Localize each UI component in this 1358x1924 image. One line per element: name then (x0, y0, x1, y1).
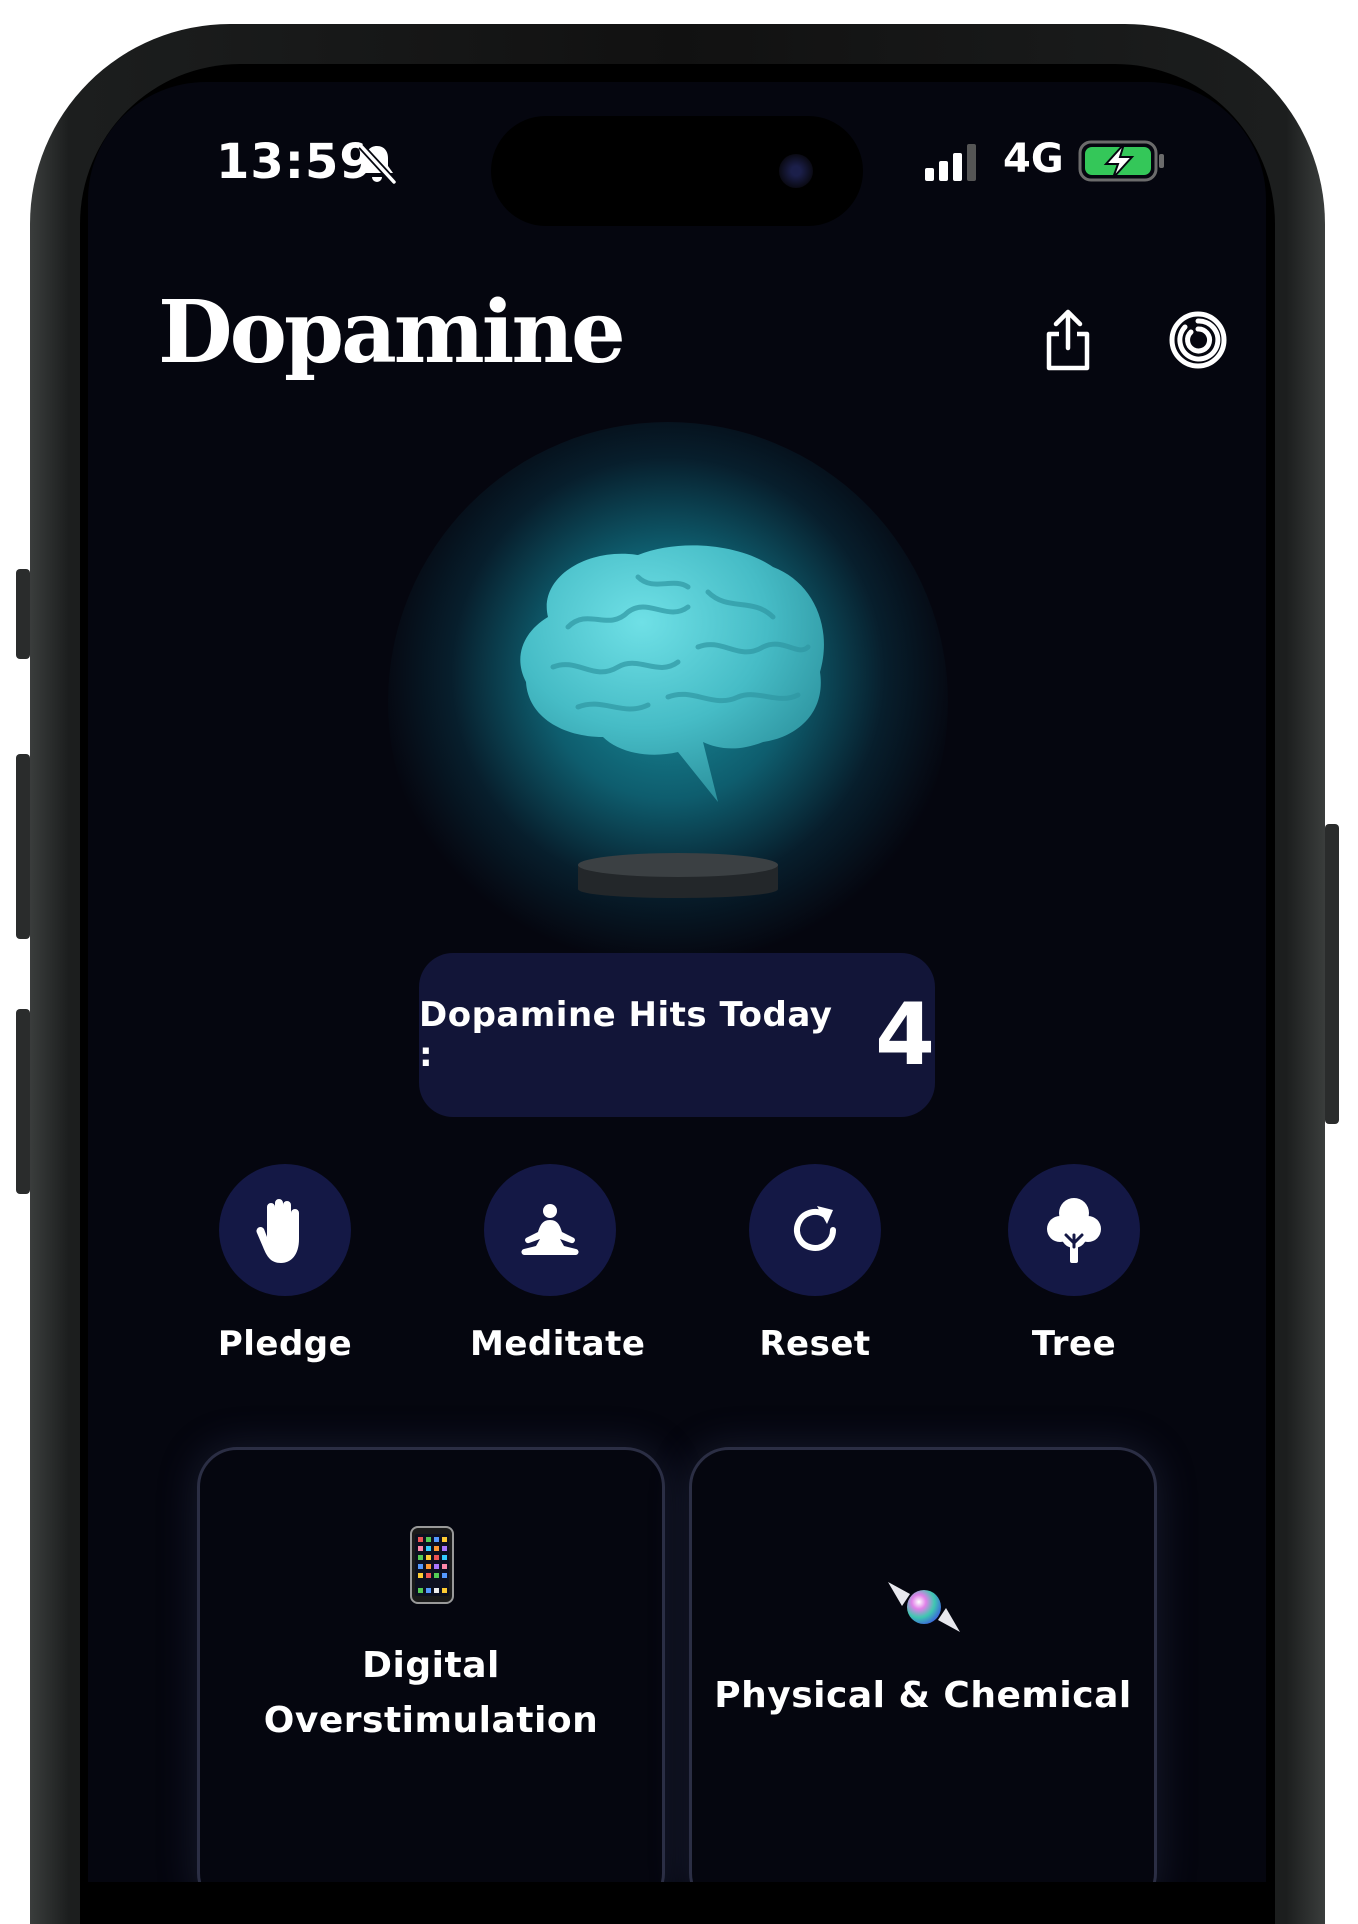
meditate-button[interactable]: Meditate (470, 1164, 646, 1364)
meditate-label: Meditate (470, 1324, 646, 1364)
tree-button[interactable]: Tree (994, 1164, 1154, 1364)
reset-icon (794, 1206, 836, 1251)
meditate-icon (521, 1204, 579, 1256)
status-time: 13:59 (216, 134, 374, 190)
phone-icon (410, 1526, 454, 1604)
volume-up-button (16, 754, 30, 939)
power-icon (1169, 311, 1227, 369)
volume-down-button (16, 1009, 30, 1194)
camera-lens (779, 154, 813, 188)
card-digital-line2: Overstimulation (263, 1700, 599, 1741)
share-button[interactable] (1028, 300, 1108, 380)
reset-circle[interactable] (749, 1164, 881, 1296)
tree-icon (1047, 1198, 1101, 1263)
hand-icon (256, 1199, 299, 1263)
pledge-button[interactable]: Pledge (205, 1164, 365, 1364)
reset-button[interactable]: Reset (735, 1164, 895, 1364)
category-card-digital[interactable]: Digital Overstimulation (197, 1447, 665, 1882)
network-type: 4G (1003, 136, 1064, 182)
reset-label: Reset (759, 1324, 871, 1364)
pedestal (578, 853, 778, 898)
dynamic-island (491, 116, 863, 226)
candy-icon (888, 1582, 960, 1632)
power-button[interactable] (1158, 300, 1238, 380)
card-digital-line1: Digital (362, 1645, 500, 1686)
tree-circle[interactable] (1008, 1164, 1140, 1296)
bell-slash-icon (358, 143, 397, 185)
pledge-label: Pledge (217, 1324, 353, 1364)
tree-label: Tree (1031, 1324, 1117, 1364)
meditate-circle[interactable] (484, 1164, 616, 1296)
power-side-button (1325, 824, 1339, 1124)
app-title: Dopamine (158, 282, 626, 383)
category-card-physical[interactable]: Physical & Chemical (689, 1447, 1157, 1882)
brain-icon (520, 545, 824, 802)
share-icon (1046, 309, 1090, 371)
silent-switch (16, 569, 30, 659)
card-physical-label: Physical & Chemical (714, 1675, 1132, 1716)
battery-charging-icon (1078, 140, 1164, 182)
app-screen: 13:59 4G Dopamine Dopamine Hits Today: … (88, 82, 1266, 1882)
hits-label: Dopamine Hits Today : (419, 995, 833, 1075)
hits-count: 4 (875, 985, 935, 1085)
pledge-circle[interactable] (219, 1164, 351, 1296)
signal-icon (925, 144, 976, 181)
dopamine-hits-panel: Dopamine Hits Today : 4 (419, 953, 935, 1117)
